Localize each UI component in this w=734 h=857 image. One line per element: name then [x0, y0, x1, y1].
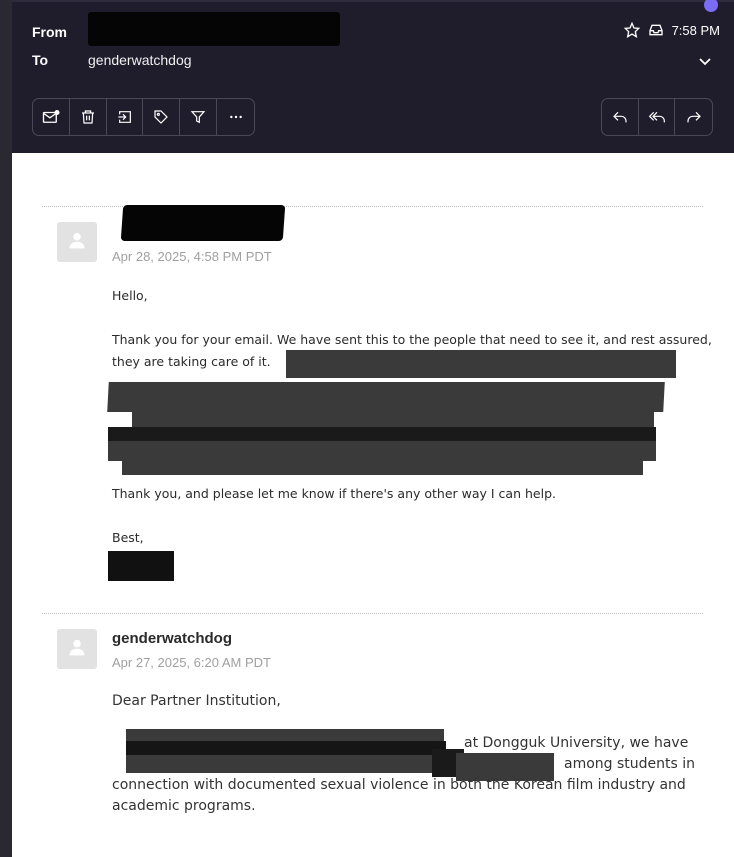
message-actions-toolbar [32, 98, 255, 136]
received-time: 7:58 PM [671, 22, 720, 38]
greeting: Hello, [112, 288, 148, 303]
body-line: Thank you for your email. We have sent t… [112, 332, 712, 347]
from-label: From [32, 24, 67, 40]
body-line: at Dongguk University, we have [464, 735, 689, 751]
verified-badge-icon [704, 0, 718, 12]
avatar [57, 222, 97, 262]
message-date: Apr 28, 2025, 4:58 PM PDT [112, 249, 272, 264]
redacted-from-address [88, 12, 340, 46]
reply-actions-toolbar [601, 98, 713, 136]
redacted-text [126, 755, 458, 773]
body-line: Thank you, and please let me know if the… [112, 486, 556, 501]
user-placeholder-icon [67, 637, 87, 662]
to-label: To [32, 52, 49, 68]
sender-name[interactable]: genderwatchdog [112, 630, 232, 647]
inbox-icon [648, 22, 664, 38]
body-line: academic programs. [112, 798, 256, 814]
body-line: they are taking care of it. [112, 354, 271, 369]
reply-icon [612, 109, 628, 125]
to-recipient[interactable]: genderwatchdog [88, 52, 192, 68]
reply-all-icon [648, 109, 666, 125]
message-date: Apr 27, 2025, 6:20 AM PDT [112, 655, 271, 670]
user-placeholder-icon [67, 230, 87, 255]
body-line: connection with documented sexual violen… [112, 777, 686, 793]
reply-all-button[interactable] [639, 99, 676, 135]
divider [42, 613, 703, 614]
avatar [57, 629, 97, 669]
move-button[interactable] [107, 99, 144, 135]
forward-icon [686, 109, 702, 125]
tag-icon [153, 109, 169, 125]
delete-button[interactable] [70, 99, 107, 135]
redacted-text [122, 449, 643, 475]
redacted-text [286, 350, 676, 378]
forward-button[interactable] [675, 99, 712, 135]
chevron-down-icon[interactable] [698, 54, 712, 72]
message-thread: Apr 28, 2025, 4:58 PM PDT Hello, Thank y… [12, 153, 734, 857]
move-icon [117, 109, 133, 125]
reply-button[interactable] [602, 99, 639, 135]
star-icon[interactable] [623, 22, 640, 38]
more-icon [228, 109, 244, 125]
filter-button[interactable] [180, 99, 218, 135]
signoff: Best, [112, 530, 144, 545]
header-meta: 7:58 PM [623, 22, 720, 38]
redacted-sender-name [120, 205, 286, 241]
redacted-text [108, 427, 656, 441]
redacted-text [107, 382, 665, 412]
redacted-signature [108, 551, 174, 581]
mark-unread-icon [42, 109, 60, 125]
more-button[interactable] [217, 99, 254, 135]
body-line: among students in [564, 756, 696, 772]
trash-icon [80, 109, 96, 125]
filter-icon [190, 109, 206, 125]
tag-button[interactable] [143, 99, 181, 135]
mark-unread-button[interactable] [33, 99, 70, 135]
greeting: Dear Partner Institution, [112, 693, 281, 709]
message-header: From To genderwatchdog 7:58 PM [12, 0, 734, 153]
